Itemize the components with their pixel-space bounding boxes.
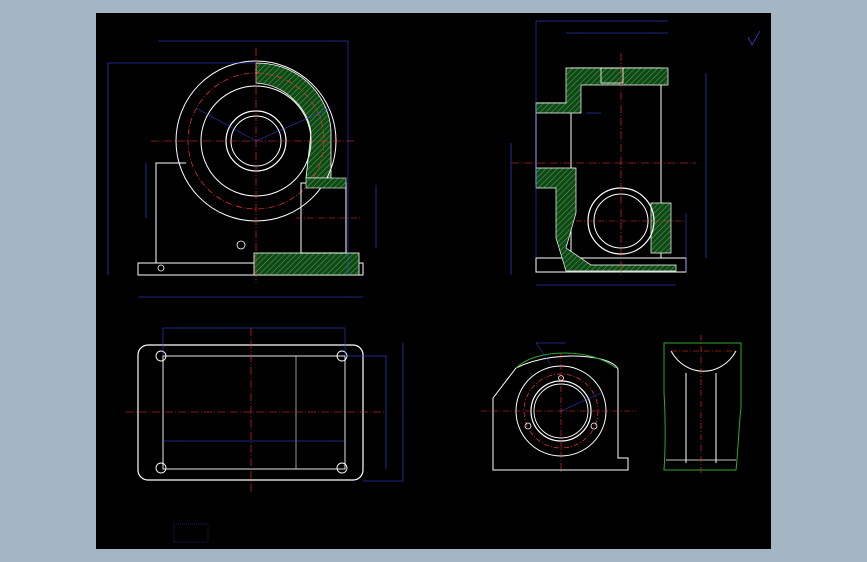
top-view[interactable] bbox=[126, 327, 404, 493]
top-hole-bl bbox=[155, 462, 167, 474]
front-view[interactable] bbox=[107, 40, 377, 298]
end-radius-leader bbox=[560, 392, 602, 412]
end-view[interactable] bbox=[481, 342, 636, 473]
front-base-section-hatch bbox=[253, 252, 360, 276]
roughness-symbol bbox=[747, 30, 761, 46]
front-base-hole-left bbox=[157, 264, 165, 272]
front-base-hole bbox=[236, 240, 246, 250]
front-body-outline-left bbox=[155, 162, 186, 263]
side-top-hatch bbox=[535, 67, 669, 114]
partial-outline bbox=[663, 342, 742, 471]
partial-top-arc bbox=[670, 350, 737, 372]
cad-drawing-canvas[interactable] bbox=[96, 13, 771, 549]
end-outline bbox=[492, 355, 629, 471]
side-section-view[interactable] bbox=[510, 20, 707, 286]
cad-drawing-svg bbox=[107, 20, 761, 543]
end-break-line bbox=[515, 352, 617, 369]
notes-box bbox=[173, 523, 209, 543]
top-hole-br bbox=[336, 462, 348, 474]
roughness-check-icon bbox=[747, 30, 761, 46]
end-hole-left bbox=[524, 422, 532, 430]
top-outer-plate bbox=[137, 344, 364, 481]
top-inner-recess bbox=[162, 355, 346, 470]
side-right-hatch bbox=[650, 202, 672, 254]
front-shell-section-hatch bbox=[255, 62, 332, 179]
technical-notes bbox=[173, 523, 209, 543]
front-boss-hatch bbox=[305, 177, 347, 189]
partial-section-view[interactable] bbox=[663, 335, 742, 475]
